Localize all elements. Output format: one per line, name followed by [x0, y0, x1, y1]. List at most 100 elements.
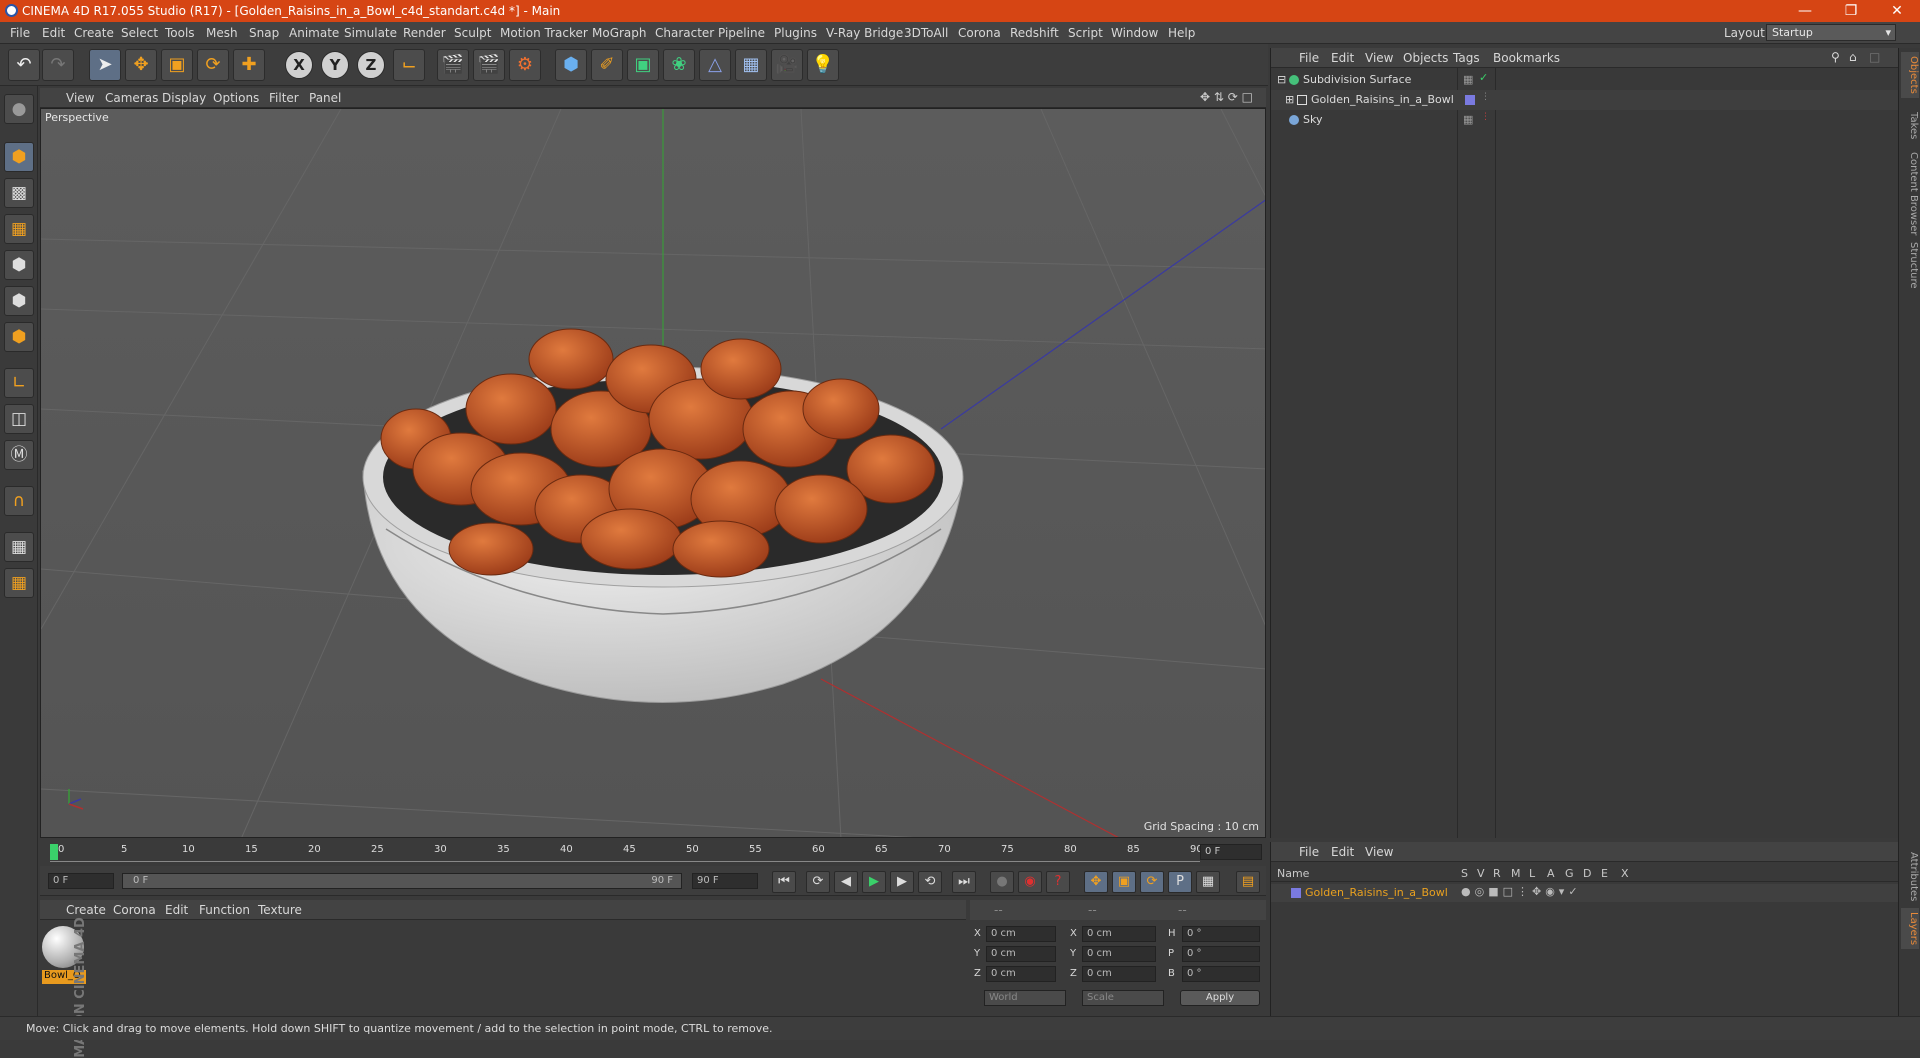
menu-mograph[interactable]: MoGraph: [592, 26, 647, 40]
planar-workplane-icon[interactable]: ▦: [4, 568, 34, 598]
current-frame-field[interactable]: 0 F: [1200, 844, 1262, 860]
new-window-icon[interactable]: □: [1869, 50, 1880, 64]
loop-forward-icon[interactable]: ⟲: [918, 871, 942, 893]
key-pla-icon[interactable]: ▦: [1196, 871, 1220, 893]
render-view-icon[interactable]: 🎬: [437, 49, 469, 81]
layer-toggle-icons[interactable]: ●◎■□⋮✥◉▾✓: [1461, 885, 1582, 898]
frame-range-slider[interactable]: 0 F 90 F: [122, 873, 682, 889]
viewport-menu-view[interactable]: View: [66, 91, 94, 105]
visibility-dots-icon[interactable]: ⋮: [1481, 112, 1490, 122]
material-menu-texture[interactable]: Texture: [258, 903, 302, 917]
motion-record-icon[interactable]: ●: [990, 871, 1014, 893]
layer-col-locked[interactable]: L: [1529, 867, 1535, 880]
layer-col-solo[interactable]: S: [1461, 867, 1468, 880]
search-icon[interactable]: ⚲: [1831, 50, 1840, 64]
menu-plugins[interactable]: Plugins: [774, 26, 817, 40]
minimize-icon[interactable]: —: [1782, 0, 1828, 22]
play-icon[interactable]: ▶: [862, 871, 886, 893]
edit-render-settings-icon[interactable]: ⚙: [509, 49, 541, 81]
material-menu-edit[interactable]: Edit: [165, 903, 188, 917]
go-to-start-icon[interactable]: ⏮: [772, 871, 796, 893]
menu-simulate[interactable]: Simulate: [344, 26, 397, 40]
layer-col-expressions[interactable]: E: [1601, 867, 1608, 880]
object-row[interactable]: ⊟ Subdivision Surface ▦ ✓: [1271, 70, 1899, 90]
workplane-icon[interactable]: ▦: [4, 214, 34, 244]
object-row[interactable]: Sky ▦ ⋮: [1271, 110, 1899, 130]
x-axis-icon[interactable]: X: [285, 51, 313, 79]
undo-icon[interactable]: ↶: [8, 49, 40, 81]
layer-menu-view[interactable]: View: [1365, 845, 1393, 859]
menu-pipeline[interactable]: Pipeline: [718, 26, 765, 40]
layout-select[interactable]: Startup ▾: [1766, 24, 1896, 41]
size-z-field[interactable]: 0 cm: [1082, 966, 1156, 982]
layer-color-icon[interactable]: [1291, 888, 1301, 898]
layer-menu-edit[interactable]: Edit: [1331, 845, 1354, 859]
record-icon[interactable]: ◉: [1018, 871, 1042, 893]
menu-tools[interactable]: Tools: [165, 26, 195, 40]
layer-name[interactable]: Golden_Raisins_in_a_Bowl: [1305, 886, 1448, 899]
floor-icon[interactable]: ▦: [735, 49, 767, 81]
viewport-menu-panel[interactable]: Panel: [309, 91, 341, 105]
visibility-toggle-icon[interactable]: ▦: [1463, 113, 1473, 126]
object-menu-bookmarks[interactable]: Bookmarks: [1493, 51, 1560, 65]
world-select[interactable]: World: [984, 990, 1066, 1006]
viewport-menu-cameras[interactable]: Cameras: [105, 91, 158, 105]
light-icon[interactable]: 💡: [807, 49, 839, 81]
layer-row[interactable]: Golden_Raisins_in_a_Bowl ●◎■□⋮✥◉▾✓: [1271, 884, 1899, 902]
layer-col-deformers[interactable]: D: [1583, 867, 1591, 880]
material-menu-function[interactable]: Function: [199, 903, 250, 917]
menu-redshift[interactable]: Redshift: [1010, 26, 1059, 40]
object-menu-edit[interactable]: Edit: [1331, 51, 1354, 65]
menu-edit[interactable]: Edit: [42, 26, 65, 40]
position-x-field[interactable]: 0 cm: [986, 926, 1056, 942]
polygons-mode-icon[interactable]: ⬢: [4, 322, 34, 352]
menu-help[interactable]: Help: [1168, 26, 1195, 40]
object-row[interactable]: ⊞ Golden_Raisins_in_a_Bowl ⋮: [1271, 90, 1899, 110]
tab-structure[interactable]: Structure: [1901, 238, 1919, 293]
snap-icon[interactable]: ∩: [4, 486, 34, 516]
step-forward-icon[interactable]: ▶: [890, 871, 914, 893]
expand-icon[interactable]: ⊞: [1285, 93, 1294, 106]
go-to-end-icon[interactable]: ⏭: [952, 871, 976, 893]
menu-render[interactable]: Render: [403, 26, 446, 40]
layer-col-manager[interactable]: M: [1511, 867, 1521, 880]
deformer-icon[interactable]: △: [699, 49, 731, 81]
make-editable-icon[interactable]: ●: [4, 94, 34, 124]
loop-icon[interactable]: ⟳: [806, 871, 830, 893]
transform-icon[interactable]: ✚: [233, 49, 265, 81]
scale-select[interactable]: Scale: [1082, 990, 1164, 1006]
edges-mode-icon[interactable]: ⬢: [4, 286, 34, 316]
subdivision-icon[interactable]: ▣: [627, 49, 659, 81]
rotate-icon[interactable]: ⟳: [197, 49, 229, 81]
tab-objects[interactable]: Objects: [1901, 52, 1919, 98]
lock-workplane-icon[interactable]: ▦: [4, 532, 34, 562]
model-mode-icon[interactable]: ⬢: [4, 142, 34, 172]
axis-mode-icon[interactable]: ∟: [4, 368, 34, 398]
rotation-b-field[interactable]: 0 °: [1182, 966, 1260, 982]
viewport-nav-icons[interactable]: ✥ ⇅ ⟳ □: [1200, 90, 1253, 104]
key-rotation-icon[interactable]: ⟳: [1140, 871, 1164, 893]
viewport-perspective[interactable]: Perspective Grid Spacing : 10 cm: [40, 108, 1266, 838]
solo-icon[interactable]: Ⓜ: [4, 440, 34, 470]
material-menu-corona[interactable]: Corona: [113, 903, 156, 917]
tab-attributes[interactable]: Attributes: [1901, 848, 1919, 905]
layer-col-view[interactable]: V: [1477, 867, 1485, 880]
viewport-menu-display[interactable]: Display: [162, 91, 206, 105]
viewport-menu-filter[interactable]: Filter: [269, 91, 299, 105]
key-parameter-icon[interactable]: P: [1168, 871, 1192, 893]
end-frame-field[interactable]: 90 F: [692, 873, 758, 889]
y-axis-icon[interactable]: Y: [321, 51, 349, 79]
rotation-h-field[interactable]: 0 °: [1182, 926, 1260, 942]
start-frame-field[interactable]: 0 F: [48, 873, 114, 889]
enabled-check-icon[interactable]: ✓: [1479, 71, 1488, 84]
menu-motion-tracker[interactable]: Motion Tracker: [500, 26, 588, 40]
timeline-layout-icon[interactable]: ▤: [1236, 871, 1260, 893]
viewport-menu-options[interactable]: Options: [213, 91, 259, 105]
menu-snap[interactable]: Snap: [249, 26, 279, 40]
object-menu-tags[interactable]: Tags: [1453, 51, 1480, 65]
object-menu-view[interactable]: View: [1365, 51, 1393, 65]
layer-col-xref[interactable]: X: [1621, 867, 1629, 880]
tab-layers[interactable]: Layers: [1901, 908, 1919, 950]
texture-mode-icon[interactable]: ▩: [4, 178, 34, 208]
redo-icon[interactable]: ↷: [42, 49, 74, 81]
